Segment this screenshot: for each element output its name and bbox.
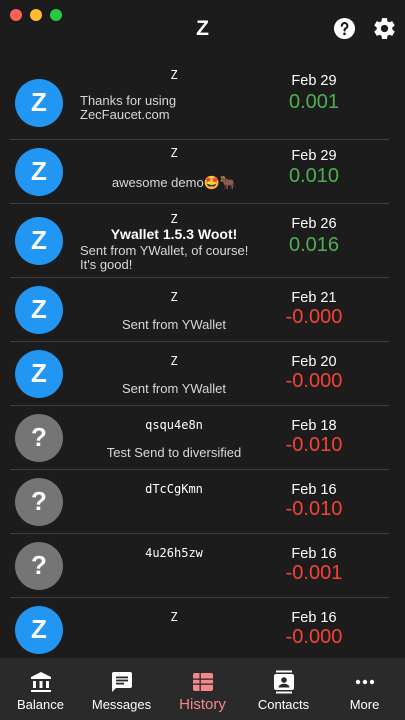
transaction-date: Feb 16: [291, 546, 337, 562]
contact-avatar: Z: [15, 216, 63, 265]
bottom-navigation: Balance Messages History Contacts More: [0, 658, 405, 720]
nav-contacts[interactable]: Contacts: [243, 658, 324, 720]
transaction-date: Feb 16: [291, 482, 337, 498]
more-dots-icon: [355, 679, 374, 685]
contact-avatar: Z: [15, 285, 63, 334]
contact-name: Z: [170, 68, 178, 82]
message-icon: [111, 672, 132, 692]
contact-avatar: Z: [15, 349, 63, 398]
nav-history[interactable]: History: [162, 658, 243, 720]
nav-label: Messages: [91, 697, 152, 712]
transaction-date: Feb 20: [291, 354, 337, 370]
transaction-date: Feb 26: [291, 216, 337, 232]
transaction-date: Feb 29: [291, 73, 337, 89]
transaction-amount: -0.000: [285, 306, 343, 328]
transaction-amount: 0.010: [288, 165, 340, 187]
transaction-row[interactable]: Z Z Ywallet 1.5.3 Woot! Sent from YWalle…: [10, 204, 389, 278]
memo-text: ZecFaucet.com: [80, 107, 170, 122]
transaction-amount: -0.000: [285, 626, 343, 648]
nav-label: Contacts: [257, 697, 310, 712]
transaction-list: Z Z Thanks for using ZecFaucet.com Feb 2…: [10, 66, 389, 662]
contact-name: 4u26h5zw: [145, 546, 203, 560]
nav-more[interactable]: More: [324, 658, 405, 720]
nav-label: History: [179, 696, 226, 713]
transaction-row[interactable]: Z Z Sent from YWallet Feb 21 -0.000: [10, 278, 389, 342]
transaction-amount: -0.001: [285, 562, 343, 584]
transaction-row[interactable]: ? qsqu4e8n Test Send to diversified Feb …: [10, 406, 389, 470]
transaction-row[interactable]: ? 4u26h5zw Feb 16 -0.001: [10, 534, 389, 598]
contacts-icon: [273, 670, 294, 694]
gear-icon[interactable]: [372, 16, 397, 41]
transaction-row[interactable]: Z Z Thanks for using ZecFaucet.com Feb 2…: [10, 66, 389, 140]
contact-name: qsqu4e8n: [145, 418, 203, 432]
history-table-icon: [192, 673, 213, 691]
memo-text: Sent from YWallet: [121, 317, 227, 332]
memo-text: It's good!: [80, 257, 133, 272]
memo-headline: Ywallet 1.5.3 Woot!: [110, 226, 238, 242]
transaction-row[interactable]: ? dTcCgKmn Feb 16 -0.010: [10, 470, 389, 534]
transaction-amount: 0.001: [288, 91, 340, 113]
memo-text: awesome demo🤩🐂: [111, 175, 237, 190]
nav-balance[interactable]: Balance: [0, 658, 81, 720]
memo-text: Sent from YWallet: [121, 381, 227, 396]
nav-label: Balance: [17, 697, 64, 712]
contact-name: Z: [170, 354, 178, 368]
unknown-contact-avatar: ?: [15, 541, 63, 590]
unknown-contact-avatar: ?: [15, 413, 63, 462]
transaction-date: Feb 18: [291, 418, 337, 434]
transaction-amount: -0.000: [285, 370, 343, 392]
contact-avatar: Z: [15, 605, 63, 654]
nav-label: More: [349, 697, 380, 712]
transaction-amount: -0.010: [285, 434, 343, 456]
contact-name: Z: [170, 290, 178, 304]
transaction-amount: 0.016: [288, 234, 340, 256]
transaction-row[interactable]: Z Z awesome demo🤩🐂 Feb 29 0.010: [10, 140, 389, 204]
transaction-amount: -0.010: [285, 498, 343, 520]
nav-messages[interactable]: Messages: [81, 658, 162, 720]
transaction-row[interactable]: Z Z Sent from YWallet Feb 20 -0.000: [10, 342, 389, 406]
transaction-date: Feb 16: [291, 610, 337, 626]
transaction-date: Feb 29: [291, 148, 337, 164]
contact-avatar: Z: [15, 78, 63, 127]
transaction-date: Feb 21: [291, 290, 337, 306]
transaction-row[interactable]: Z Z Feb 16 -0.000: [10, 598, 389, 662]
contact-name: Z: [170, 212, 178, 226]
unknown-contact-avatar: ?: [15, 477, 63, 526]
memo-text: Test Send to diversified: [106, 445, 242, 460]
bank-icon: [30, 672, 51, 692]
contact-avatar: Z: [15, 147, 63, 196]
contact-name: dTcCgKmn: [145, 482, 203, 496]
contact-name: Z: [170, 610, 178, 624]
help-circle-icon[interactable]: [333, 17, 356, 40]
contact-name: Z: [170, 146, 178, 160]
title-bar: Z: [0, 0, 405, 56]
